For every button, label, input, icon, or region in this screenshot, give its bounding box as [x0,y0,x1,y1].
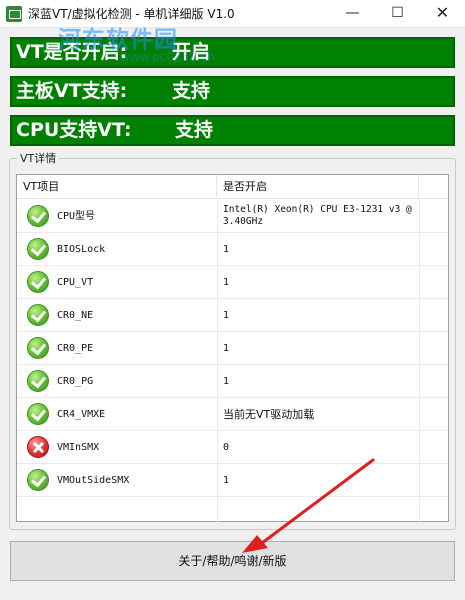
vt-item-name: CR0_NE [57,310,94,321]
check-circle-icon [27,370,49,392]
vt-item-name: CR0_PE [57,343,94,354]
cpu-vt-label: CPU支持VT: [16,119,132,141]
table-row[interactable]: CR4_VMXE 当前无VT驱动加载 [17,398,448,431]
table-row[interactable]: CR0_PE 1 [17,332,448,365]
vt-item-value: 1 [223,277,230,288]
vt-item-value: 1 [223,475,230,486]
maximize-button[interactable]: ☐ [375,0,420,28]
vt-item-name: CR0_PG [57,376,94,387]
vt-item-name: BIOSLock [57,244,106,255]
table-row[interactable]: CR0_NE 1 [17,299,448,332]
app-icon [6,6,22,22]
vt-item-name: VMInSMX [57,442,100,453]
vt-item-value: 0 [223,442,230,453]
check-circle-icon [27,205,49,227]
table-row[interactable]: CPU_VT 1 [17,266,448,299]
board-vt-banner: 主板VT支持: 支持 [10,76,455,107]
vt-item-name: CPU_VT [57,277,94,288]
close-button[interactable]: ✕ [420,0,465,28]
board-vt-value: 支持 [172,80,211,102]
check-circle-icon [27,304,49,326]
table-row[interactable]: VMInSMX 0 [17,431,448,464]
table-row[interactable]: CR0_PG 1 [17,365,448,398]
about-help-button[interactable]: 关于/帮助/鸣谢/新版 [10,541,455,581]
error-circle-icon [27,436,49,458]
vt-details-title: VT详情 [17,150,60,166]
vt-item-name: VMOutSideSMX [57,475,130,486]
cpu-vt-banner: CPU支持VT: 支持 [10,115,455,146]
vt-item-value: 1 [223,343,230,354]
minimize-button[interactable]: — [330,0,375,28]
check-circle-icon [27,403,49,425]
vt-item-name: CR4_VMXE [57,409,106,420]
vt-item-value: 1 [223,310,230,321]
column-header-enabled[interactable]: 是否开启 [217,175,419,199]
table-row[interactable]: CPU型号 Intel(R) Xeon(R) CPU E3-1231 v3 @ 3… [17,200,448,233]
check-circle-icon [27,469,49,491]
check-circle-icon [27,271,49,293]
vt-item-name: CPU型号 [57,211,96,222]
vt-item-value: Intel(R) Xeon(R) CPU E3-1231 v3 @ 3.40GH… [223,204,412,227]
cpu-vt-value: 支持 [175,119,214,141]
vt-item-value: 1 [223,376,230,387]
column-header-item[interactable]: VT项目 [17,175,217,199]
check-circle-icon [27,238,49,260]
watermark-logo: 河东软件园 [58,27,178,53]
vt-item-value: 当前无VT驱动加载 [223,408,315,421]
table-row[interactable]: VMOutSideSMX 1 [17,464,448,497]
table-row[interactable]: BIOSLock 1 [17,233,448,266]
board-vt-label: 主板VT支持: [16,80,128,102]
list-header: VT项目 是否开启 [17,175,448,199]
vt-item-value: 1 [223,244,230,255]
watermark-url: www.pc0359.cn [120,50,215,64]
column-header-blank[interactable] [419,175,448,199]
check-circle-icon [27,337,49,359]
vt-details-list[interactable]: VT项目 是否开启 CPU型号 Intel(R) Xeon(R) CPU E3-1… [16,174,449,522]
